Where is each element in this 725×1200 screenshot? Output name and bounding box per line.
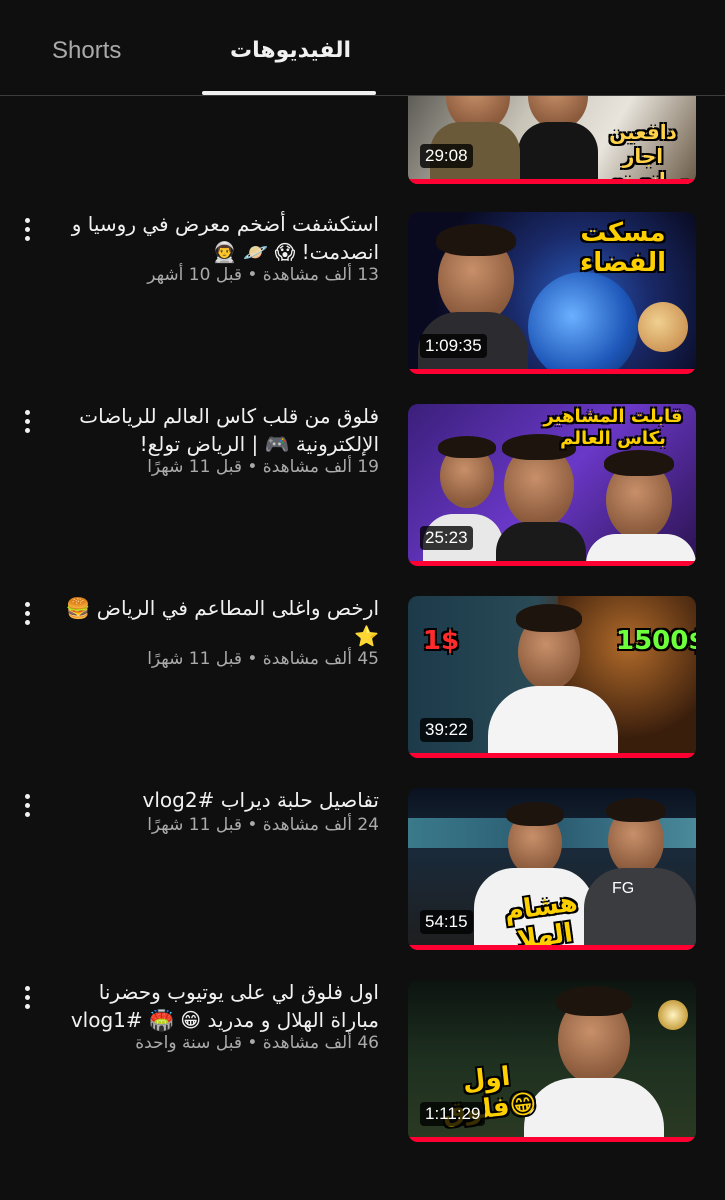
watch-progress-bar <box>408 369 696 374</box>
video-title[interactable]: استكشفت أضخم معرض في روسيا و انصدمت! 😱 🪐… <box>59 210 379 266</box>
video-duration: 39:22 <box>420 718 473 742</box>
video-duration: 1:11:29 <box>420 1102 486 1126</box>
video-duration: 25:23 <box>420 526 473 550</box>
watch-progress-bar <box>408 561 696 566</box>
video-item[interactable]: استكشفت أضخم معرض في روسيا و انصدمت! 😱 🪐… <box>0 210 725 380</box>
video-title[interactable]: اول فلوق لي على يوتيوب وحضرنا مباراة اله… <box>59 978 379 1034</box>
tab-bar: Shorts الفيديوهات <box>0 0 725 96</box>
active-tab-indicator <box>202 91 376 95</box>
video-title[interactable]: فلوق من قلب كاس العالم للرياضات الإلكترو… <box>59 402 379 458</box>
watch-progress-bar <box>408 945 696 950</box>
more-vert-icon[interactable] <box>20 986 36 1012</box>
tab-videos[interactable]: الفيديوهات <box>230 36 351 66</box>
thumbnail-caption: 1500$ <box>616 626 696 656</box>
video-item[interactable]: اول فلوق لي على يوتيوب وحضرنا مباراة اله… <box>0 978 725 1148</box>
video-meta: 45 ألف مشاهدة • قبل 11 شهرًا <box>147 649 379 669</box>
watch-progress-bar <box>408 753 696 758</box>
video-meta: 13 ألف مشاهدة • قبل 10 أشهر <box>147 265 379 285</box>
video-meta: 46 ألف مشاهدة • قبل سنة واحدة <box>135 1033 379 1053</box>
video-duration: 29:08 <box>420 144 473 168</box>
watch-progress-bar <box>408 1137 696 1142</box>
more-vert-icon[interactable] <box>20 410 36 436</box>
video-meta: 24 ألف مشاهدة • قبل 11 شهرًا <box>147 815 379 835</box>
thumbnail-caption: مسكت الفضاء <box>579 218 667 278</box>
more-vert-icon[interactable] <box>20 602 36 628</box>
watch-progress-bar <box>408 179 696 184</box>
tab-shorts[interactable]: Shorts <box>52 36 121 66</box>
video-duration: 54:15 <box>420 910 473 934</box>
video-thumbnail[interactable]: قابلت المشاهير بكاس العالم 25:23 <box>408 404 696 566</box>
more-vert-icon[interactable] <box>20 218 36 244</box>
video-duration: 1:09:35 <box>420 334 487 358</box>
video-thumbnail[interactable]: FG هشام الهلا 54:15 <box>408 788 696 950</box>
video-title[interactable]: ارخص واغلى المطاعم في الرياض 🍔 ⭐ <box>59 594 379 650</box>
video-item[interactable]: فلوق من قلب كاس العالم للرياضات الإلكترو… <box>0 402 725 572</box>
more-vert-icon[interactable] <box>20 794 36 820</box>
video-item[interactable]: تفاصيل حلبة ديراب #vlog2 24 ألف مشاهدة •… <box>0 786 725 956</box>
video-title[interactable]: تفاصيل حلبة ديراب #vlog2 <box>59 786 379 814</box>
video-thumbnail[interactable]: اول فلوق😁 1:11:29 <box>408 980 696 1142</box>
thumbnail-caption: دافعين اجار ومانعينهم <box>594 120 692 184</box>
thumbnail-caption: قابلت المشاهير بكاس العالم <box>543 406 683 449</box>
video-item[interactable]: ارخص واغلى المطاعم في الرياض 🍔 ⭐ 45 ألف … <box>0 594 725 764</box>
video-thumbnail[interactable]: 1$ 1500$ 39:22 <box>408 596 696 758</box>
video-meta: 19 ألف مشاهدة • قبل 11 شهرًا <box>147 457 379 477</box>
video-thumbnail[interactable]: مسكت الفضاء 1:09:35 <box>408 212 696 374</box>
shirt-logo: FG <box>612 880 635 897</box>
thumbnail-caption: 1$ <box>422 626 460 656</box>
